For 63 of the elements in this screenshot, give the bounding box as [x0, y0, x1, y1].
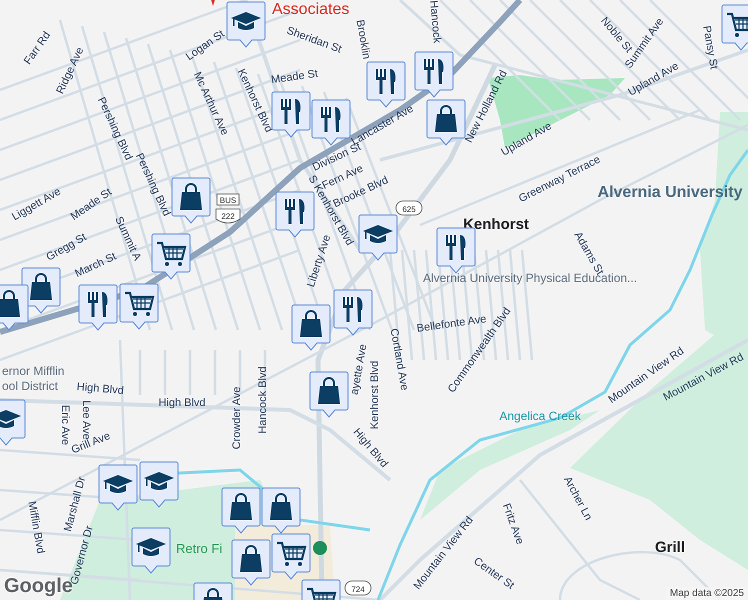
street-label: Hancock Blvd — [257, 366, 269, 434]
shopping-pin[interactable] — [194, 582, 232, 600]
street-label: Cortland Ave — [388, 328, 410, 392]
shopping-cart-icon — [277, 542, 306, 566]
shopping-bag-icon — [30, 273, 52, 300]
street-label: Mifflin Blvd — [25, 500, 46, 555]
fork-knife-icon — [424, 59, 444, 84]
place-label: Angelica Creek — [499, 409, 581, 423]
shopping-bag-icon — [318, 377, 340, 404]
shopping-bag-icon — [0, 290, 20, 317]
street-label: Ridge Ave — [54, 46, 86, 96]
shopping-cart-icon — [307, 588, 336, 600]
fork-knife-icon — [321, 107, 340, 132]
street-label: Liberty Ave — [305, 233, 334, 289]
place-label: Kenhorst — [463, 216, 529, 233]
street-label: Crowder Ave — [231, 386, 243, 450]
graduation-cap-icon — [144, 472, 174, 490]
shopping-bag-icon — [300, 310, 322, 337]
shopping-bag-icon — [230, 493, 252, 520]
graduation-cap-icon — [103, 475, 133, 493]
shopping-cart-icon — [125, 292, 154, 316]
route-shield: 222 — [216, 208, 240, 224]
fork-knife-icon — [343, 297, 362, 322]
place-label: ernor Mifflin — [2, 364, 64, 378]
place-label: Retro Fi — [176, 541, 222, 556]
street-label: Hancock — [427, 0, 443, 44]
street-label: High Blvd — [76, 380, 124, 398]
fork-knife-icon — [88, 292, 108, 317]
street-label: Eric Ave — [59, 404, 71, 446]
fork-knife-icon — [285, 199, 304, 224]
street-label: Lee Ave — [80, 400, 92, 440]
shopping-bag-icon — [270, 493, 292, 520]
location-marker[interactable] — [208, 0, 218, 6]
route-banner: BUS — [216, 194, 240, 206]
graduation-cap-icon — [136, 538, 166, 556]
street-label: Fritz Ave — [500, 502, 526, 546]
shopping-bag-icon — [435, 105, 457, 132]
place-marker[interactable] — [313, 541, 327, 555]
street-label: Kenhorst Blvd — [369, 360, 381, 430]
fork-knife-icon — [376, 69, 396, 94]
place-label: Grill — [655, 539, 685, 556]
graduation-cap-icon — [363, 225, 393, 243]
street-label: ayette Ave — [348, 343, 370, 396]
street-label: Meade St — [270, 68, 319, 86]
place-label: Associates — [272, 1, 350, 18]
shopping-cart-icon — [157, 242, 186, 266]
map-logo: Google — [4, 575, 73, 598]
fork-knife-icon — [446, 235, 466, 260]
graduation-cap-icon — [0, 410, 21, 428]
shopping-cart-icon — [727, 12, 748, 37]
street-label: Pansy St — [700, 24, 720, 70]
shopping-bag-icon — [202, 588, 224, 600]
graduation-cap-icon — [231, 12, 261, 30]
place-label: ool District — [2, 379, 58, 393]
street-label: Brooklin — [354, 18, 372, 60]
street-label: Mc Arthur Ave — [190, 70, 231, 138]
shopping-bag-icon — [180, 183, 202, 210]
grocery-pin[interactable] — [302, 580, 340, 600]
shopping-bag-icon — [240, 545, 262, 572]
fork-knife-icon — [281, 99, 300, 124]
street-label: High Blvd — [158, 397, 206, 409]
route-shield: 724 — [344, 580, 372, 596]
route-shield: 625 — [396, 200, 422, 216]
